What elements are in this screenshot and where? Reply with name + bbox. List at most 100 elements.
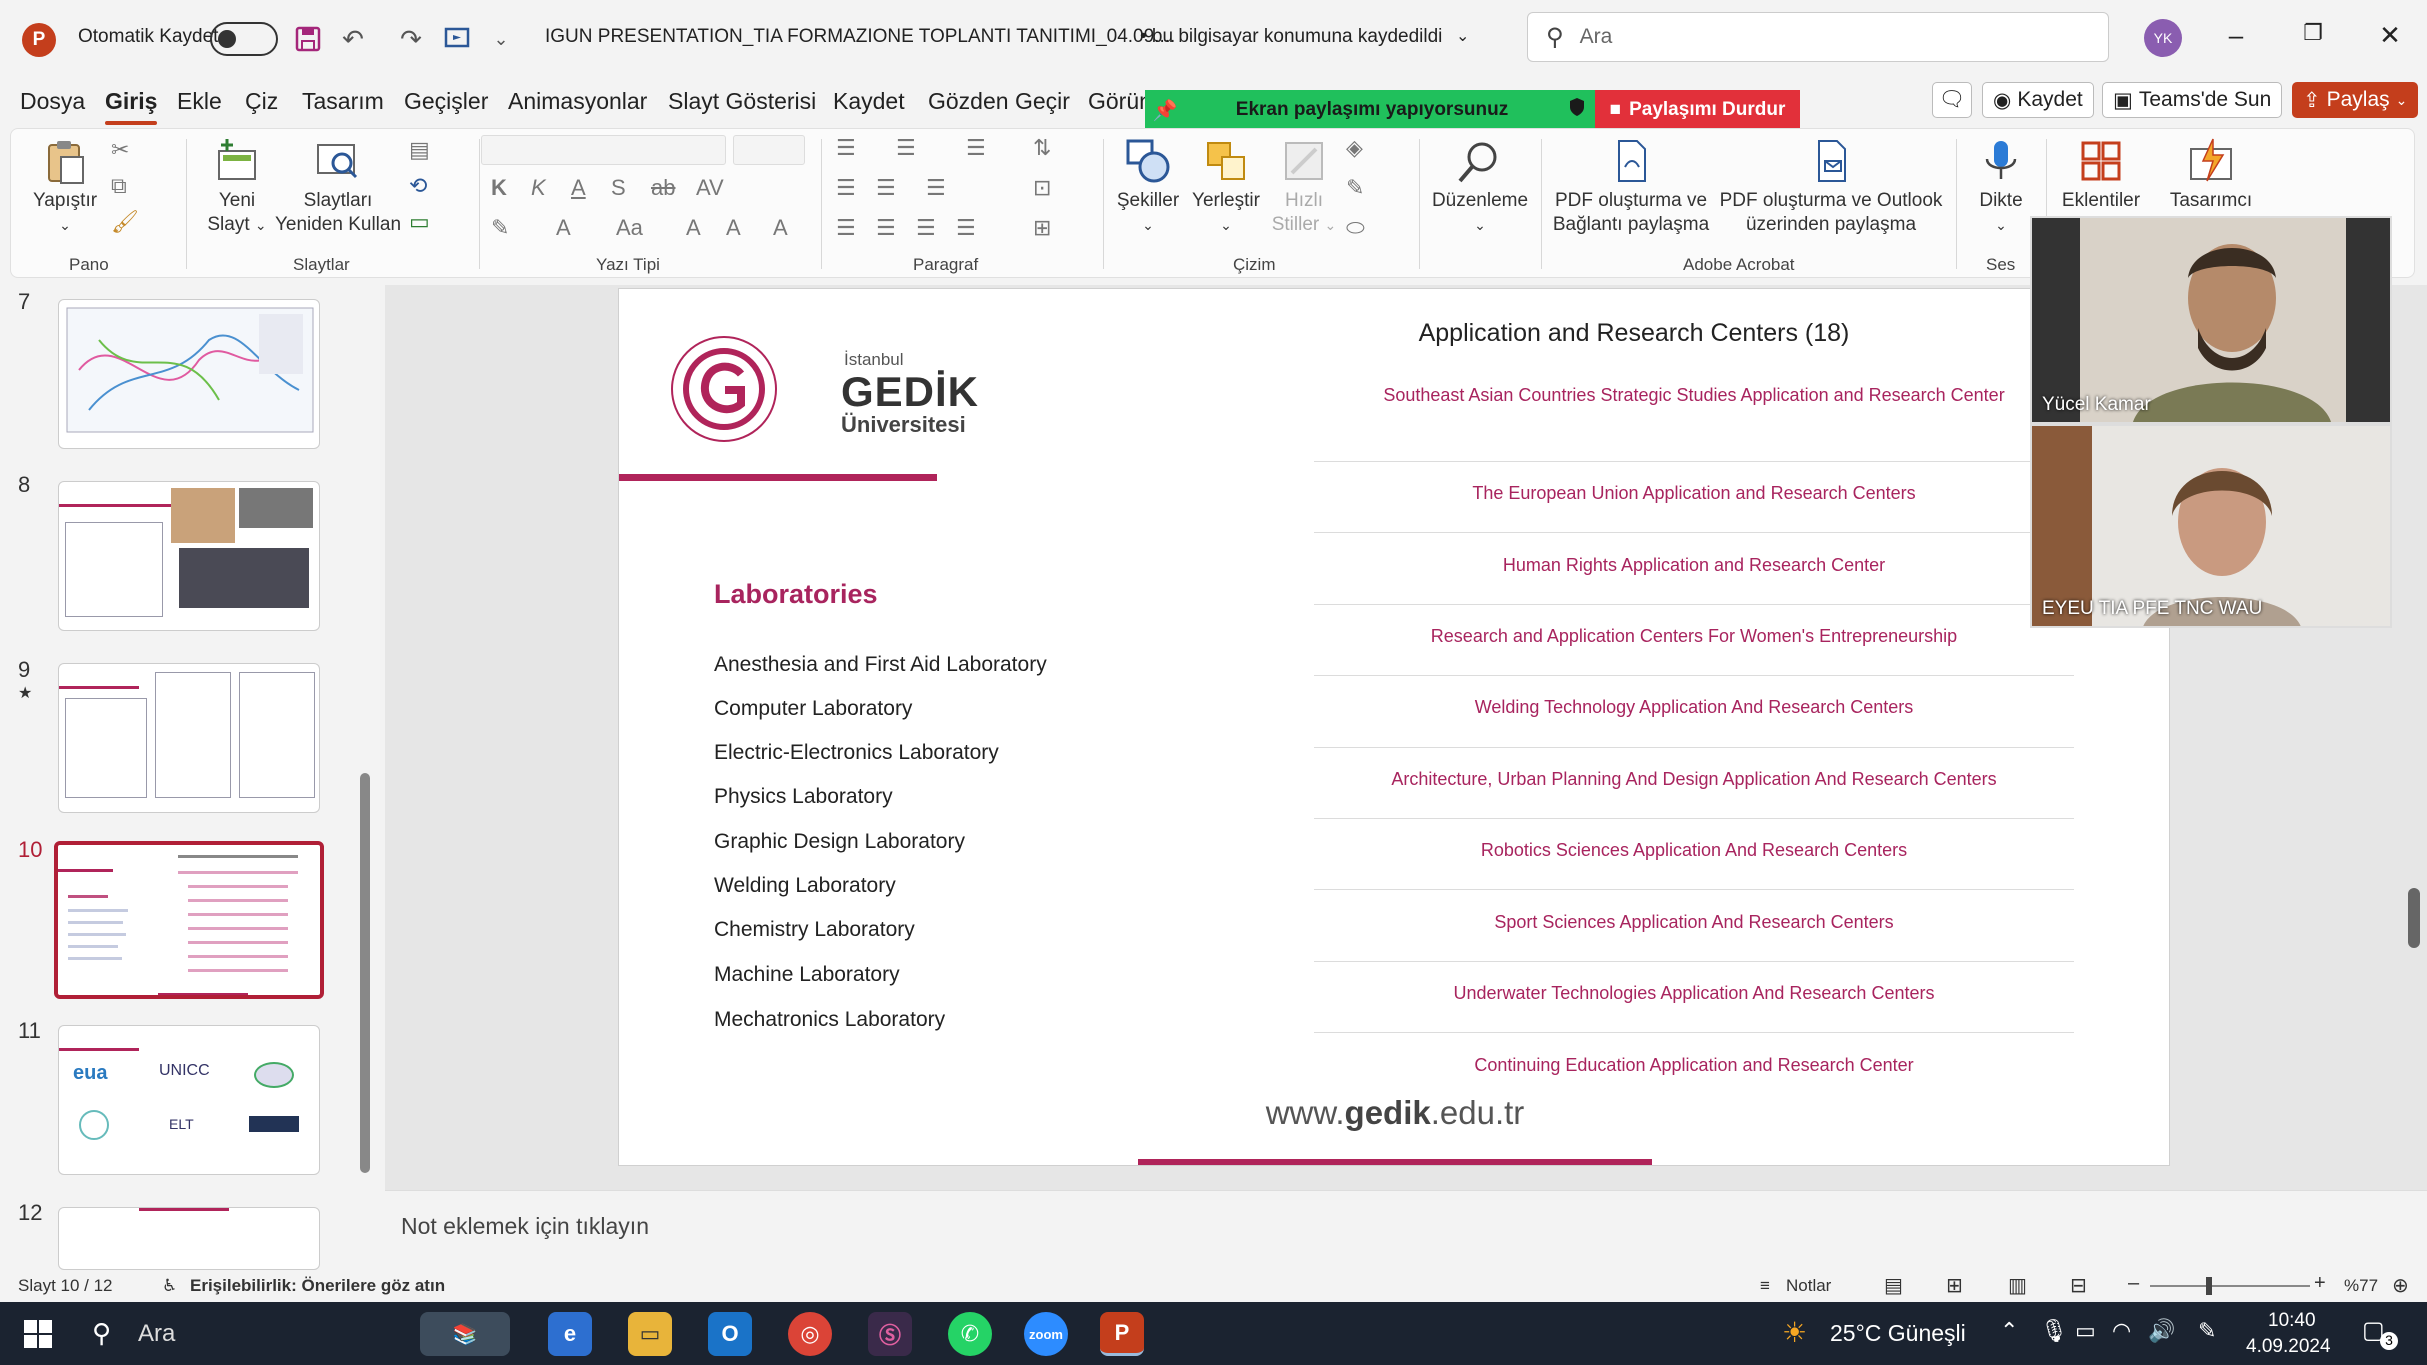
canvas-scrollbar[interactable] — [2405, 288, 2423, 1168]
slide-thumbnail-8[interactable] — [58, 481, 320, 631]
slide-thumbnail-7[interactable] — [58, 299, 320, 449]
search-icon[interactable]: ⚲ — [92, 1318, 111, 1349]
close-icon[interactable]: ✕ — [2370, 20, 2410, 51]
slide[interactable]: İstanbul GEDİK Üniversitesi Laboratories… — [618, 288, 2170, 1166]
align-center-icon[interactable]: ☰ — [876, 215, 896, 241]
slide-sorter-icon[interactable]: ⊞ — [1946, 1273, 1963, 1298]
shrink-font-icon[interactable]: A — [726, 215, 741, 241]
pdf-share-outlook-button[interactable]: PDF oluşturma ve Outlook üzerinden paylaş… — [1716, 137, 1946, 237]
minimize-icon[interactable]: – — [2216, 20, 2256, 51]
shape-effects-icon[interactable]: ⬭ — [1346, 215, 1365, 241]
reset-icon[interactable]: ⟲ — [409, 173, 427, 199]
video-tile-participant-1[interactable]: Yücel Kamar — [2030, 216, 2392, 424]
justify-icon[interactable]: ☰ — [956, 215, 976, 241]
search-box[interactable]: ⚲ Ara — [1527, 12, 2109, 62]
decrease-indent-icon[interactable]: ☰ — [836, 175, 856, 201]
present-icon[interactable] — [440, 22, 474, 56]
thumbnail-scrollbar[interactable] — [358, 288, 372, 1268]
numbering-icon[interactable]: ☰ — [896, 135, 916, 161]
tab-gecisler[interactable]: Geçişler — [404, 88, 488, 115]
font-color-icon[interactable]: A — [556, 215, 571, 241]
video-tile-participant-2[interactable]: EYEU TIA PFE TNC WAU — [2030, 424, 2392, 628]
reuse-slides-button[interactable]: Slaytları Yeniden Kullan — [273, 137, 403, 237]
dictate-button[interactable]: Dikte ⌄ — [1961, 137, 2041, 237]
quick-styles-button[interactable]: Hızlı Stiller ⌄ — [1267, 137, 1341, 237]
pin-icon[interactable]: 📌 — [1145, 98, 1185, 123]
grow-font-icon[interactable]: A — [686, 215, 701, 241]
tab-giris[interactable]: Giriş — [105, 88, 158, 125]
normal-view-icon[interactable]: ▤ — [1884, 1273, 1903, 1298]
slide-thumbnail-10[interactable] — [54, 841, 324, 999]
align-left-icon[interactable]: ☰ — [836, 215, 856, 241]
shape-fill-icon[interactable]: ◈ — [1346, 135, 1363, 161]
char-spacing-icon[interactable]: AV — [696, 175, 724, 201]
smartart-icon[interactable]: ⊞ — [1033, 215, 1051, 241]
slide-thumbnail-11[interactable]: eua UNICC ELT — [58, 1025, 320, 1175]
customize-toolbar-icon[interactable]: ⌄ — [484, 22, 518, 56]
addins-button[interactable]: Eklentiler — [2051, 137, 2151, 213]
clock-time[interactable]: 10:40 — [2268, 1310, 2316, 1332]
microphone-icon[interactable]: 🎙 — [2040, 1318, 2068, 1344]
undo-icon[interactable]: ↶ — [336, 22, 370, 56]
notes-pane[interactable]: Not eklemek için tıklayın — [385, 1190, 2427, 1270]
reading-view-icon[interactable]: ▥ — [2008, 1273, 2027, 1298]
scrollbar-thumb[interactable] — [2408, 888, 2420, 948]
zoom-slider[interactable] — [2150, 1277, 2310, 1295]
restore-icon[interactable]: ❐ — [2293, 20, 2333, 46]
copy-icon[interactable]: ⧉ — [111, 173, 127, 199]
bold-icon[interactable]: K — [491, 175, 507, 201]
chevron-down-icon[interactable]: ⌄ — [1456, 26, 1469, 46]
app-icon[interactable]: Ⓢ — [868, 1312, 912, 1356]
zoom-slider-thumb[interactable] — [2206, 1277, 2212, 1295]
align-text-icon[interactable]: ⊡ — [1033, 175, 1051, 201]
whatsapp-icon[interactable]: ✆ — [948, 1312, 992, 1356]
tab-slayt-gosterisi[interactable]: Slayt Gösterisi — [668, 88, 816, 115]
underline-icon[interactable]: A — [571, 175, 586, 201]
edge-icon[interactable]: e — [548, 1312, 592, 1356]
text-direction-icon[interactable]: ⇅ — [1033, 135, 1051, 161]
shapes-button[interactable]: Şekiller ⌄ — [1111, 137, 1185, 237]
file-explorer-icon[interactable]: ▭ — [628, 1312, 672, 1356]
tab-ekle[interactable]: Ekle — [177, 88, 222, 115]
record-button[interactable]: ◉ Kaydet — [1982, 82, 2094, 118]
section-icon[interactable]: ▭ — [409, 209, 430, 235]
align-right-icon[interactable]: ☰ — [916, 215, 936, 241]
share-button[interactable]: ⇪ Paylaş ⌄ — [2292, 82, 2419, 118]
cut-icon[interactable]: ✂ — [111, 137, 129, 163]
italic-icon[interactable]: K — [531, 175, 546, 201]
strikethrough-icon[interactable]: ab — [651, 175, 675, 201]
notes-button[interactable]: Notlar — [1786, 1276, 1831, 1296]
file-name[interactable]: IGUN PRESENTATION_TIA FORMAZIONE TOPLANT… — [545, 26, 1175, 48]
tab-tasarim[interactable]: Tasarım — [302, 88, 384, 115]
highlight-icon[interactable]: ✎ — [491, 215, 509, 241]
stop-sharing-button[interactable]: ■ Paylaşımı Durdur — [1595, 90, 1800, 130]
tab-gorunum[interactable]: Görün — [1088, 88, 1152, 115]
fit-to-window-icon[interactable]: ⊕ — [2392, 1273, 2409, 1298]
comments-button[interactable]: 🗨 — [1932, 82, 1972, 118]
teams-present-button[interactable]: ▣ Teams'de Sun — [2102, 82, 2283, 118]
zoom-level[interactable]: %77 — [2344, 1276, 2378, 1296]
scrollbar-thumb[interactable] — [360, 773, 370, 1173]
volume-icon[interactable]: 🔊 — [2148, 1318, 2175, 1344]
tab-ciz[interactable]: Çiz — [245, 88, 278, 115]
tray-chevron-icon[interactable]: ⌃ — [2000, 1318, 2018, 1344]
slide-thumbnail-9[interactable] — [58, 663, 320, 813]
zoom-out-icon[interactable]: – — [2128, 1272, 2139, 1295]
arrange-button[interactable]: Yerleştir ⌄ — [1189, 137, 1263, 237]
format-painter-icon[interactable]: 🖌 — [111, 209, 139, 235]
save-icon[interactable] — [291, 22, 325, 56]
slideshow-icon[interactable]: ⊟ — [2070, 1273, 2087, 1298]
widget-illustration-icon[interactable]: 📚 — [420, 1312, 510, 1356]
taskbar-search[interactable]: Ara — [138, 1320, 175, 1348]
clear-format-icon[interactable]: A — [773, 215, 788, 241]
save-status[interactable]: • bu bilgisayar konumuna kaydedildi — [1140, 26, 1442, 48]
font-size-select[interactable] — [733, 135, 805, 165]
columns-icon[interactable]: ☰ — [926, 175, 946, 201]
accessibility-status[interactable]: Erişilebilirlik: Önerilere göz atın — [190, 1276, 445, 1296]
outlook-icon[interactable]: O — [708, 1312, 752, 1356]
pdf-share-link-button[interactable]: PDF oluşturma ve Bağlantı paylaşma — [1546, 137, 1716, 237]
battery-icon[interactable]: ▭ — [2075, 1318, 2096, 1344]
tab-animasyonlar[interactable]: Animasyonlar — [508, 88, 647, 115]
line-spacing-icon[interactable]: ☰ — [966, 135, 986, 161]
powerpoint-taskbar-icon[interactable]: P — [1100, 1312, 1144, 1356]
